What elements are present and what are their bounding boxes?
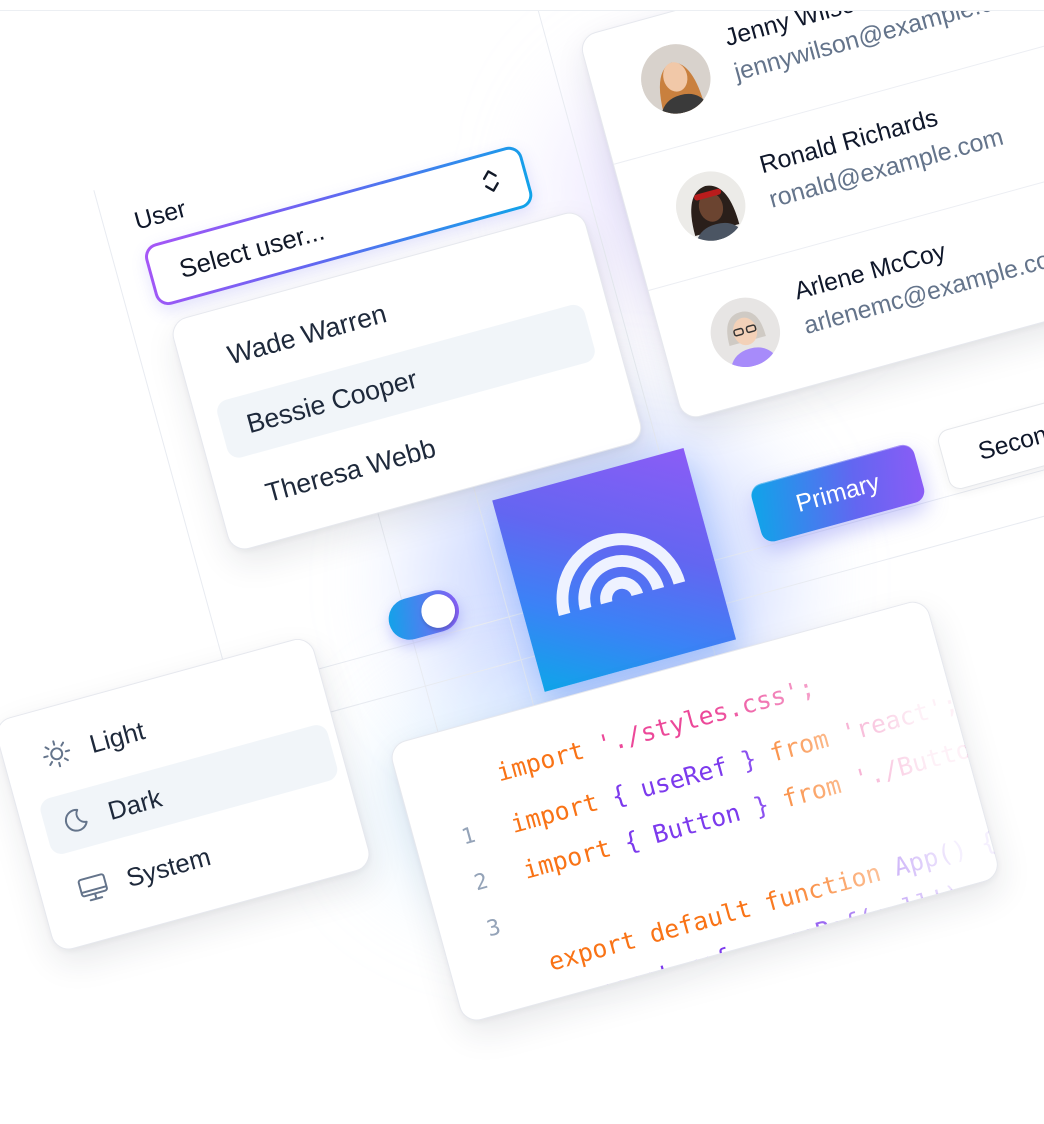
user-field-label: User [131, 194, 190, 236]
moon-icon [54, 800, 95, 841]
select-placeholder: Select user... [175, 215, 328, 284]
component-showcase: User Select user... Wade Warren Bessie C… [0, 0, 1044, 1025]
theme-menu: Light Dark System [0, 634, 374, 954]
avatar [668, 163, 754, 249]
secondary-button[interactable]: Secondary [935, 364, 1044, 492]
sun-icon [36, 733, 77, 774]
chevron-up-down-icon [478, 165, 506, 204]
toggle-knob [417, 590, 459, 632]
user-list: Jenny Wilson jennywilson@example.com Ron… [577, 0, 1044, 422]
theme-option-label: Light [86, 714, 148, 759]
brand-logo-tile [492, 448, 737, 692]
theme-option-label: System [122, 840, 214, 893]
primary-button[interactable]: Primary [748, 442, 928, 545]
avatar [702, 289, 789, 376]
monitor-icon [73, 867, 114, 908]
theme-option-label: Dark [104, 782, 165, 826]
top-divider [0, 0, 1044, 11]
toggle-switch[interactable] [383, 585, 464, 645]
avatar [633, 36, 719, 122]
code-editor: 0 import './styles.css'; 1 import { useR… [387, 597, 1002, 1025]
rainbow-logo-icon [556, 533, 686, 616]
